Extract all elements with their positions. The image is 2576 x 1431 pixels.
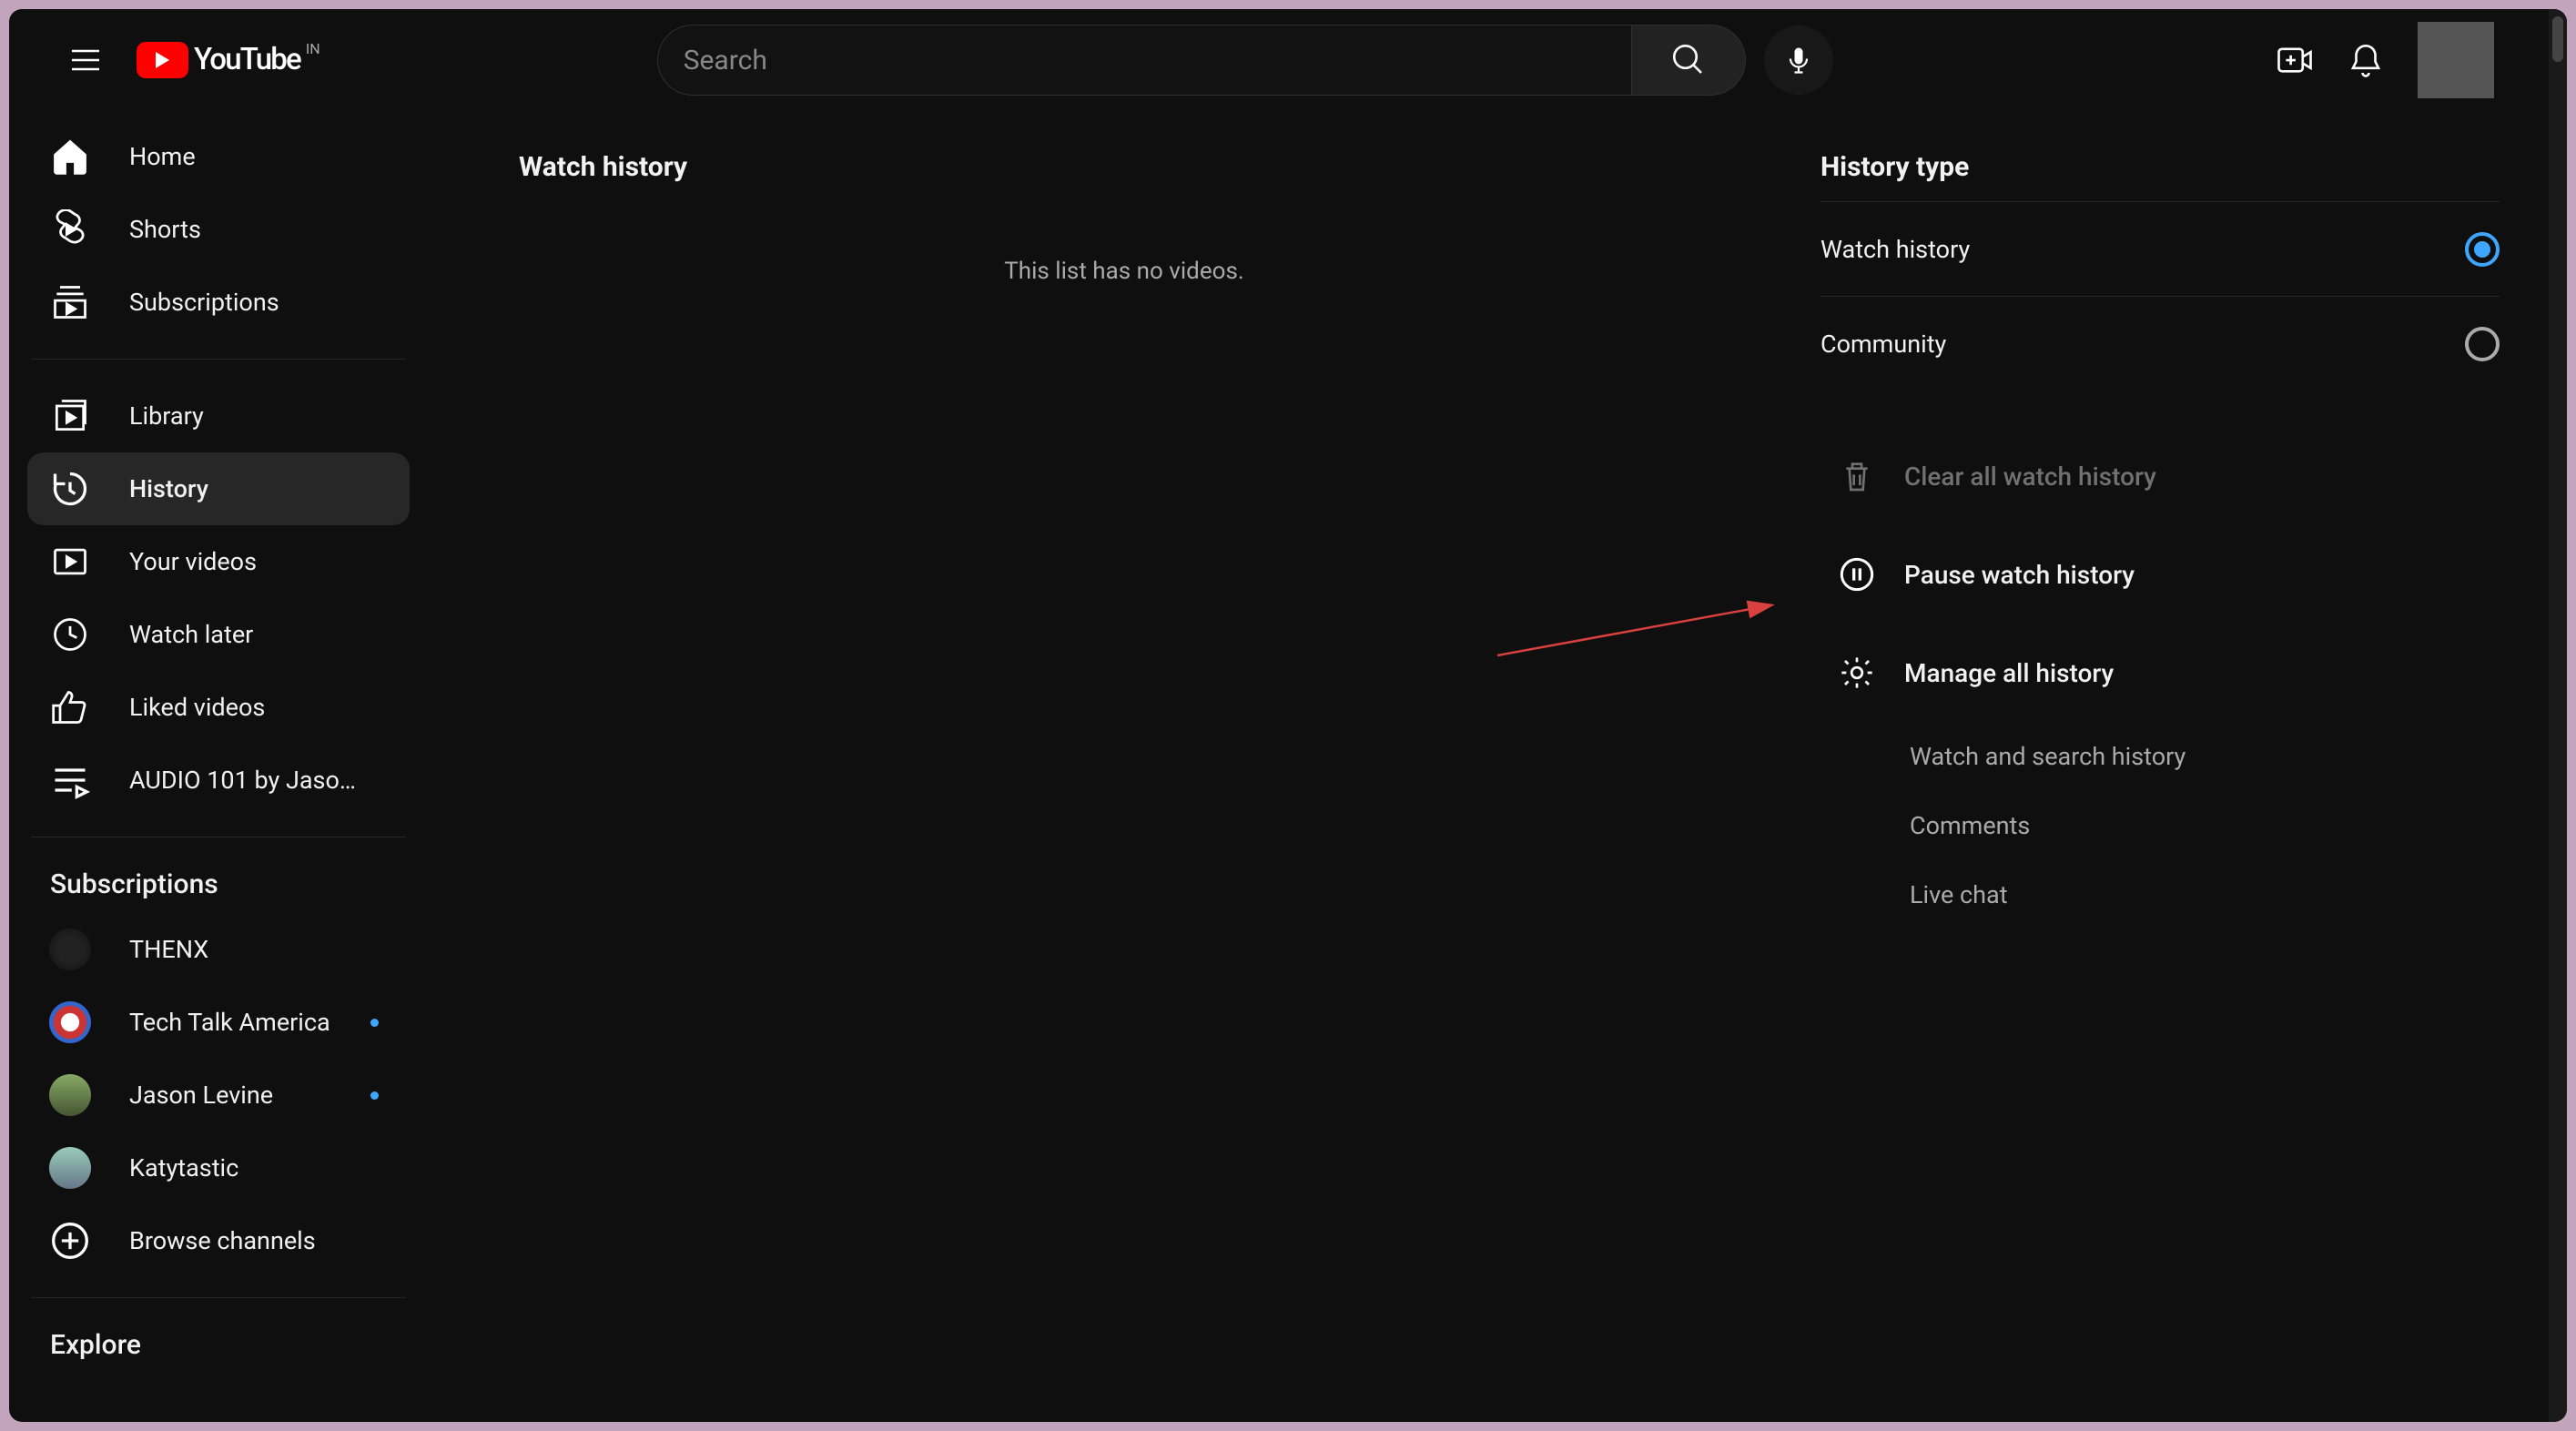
channel-label: THENX [129,935,388,964]
channel-avatar [49,1001,91,1043]
sidebar-item-label: Home [129,142,388,171]
sidebar-item-label: Library [129,401,388,431]
sublink-live-chat[interactable]: Live chat [1820,860,2500,929]
sidebar-channel-katytastic[interactable]: Katytastic [27,1132,410,1204]
sidebar-item-watch-later[interactable]: Watch later [27,598,410,671]
radio-label: Community [1820,330,1946,359]
radio-label: Watch history [1820,235,1970,264]
thumbs-up-icon [49,686,91,728]
sidebar-item-shorts[interactable]: Shorts [27,193,410,266]
sidebar-item-liked-videos[interactable]: Liked videos [27,671,410,744]
logo-region: IN [306,40,320,57]
new-content-dot [370,1019,379,1027]
action-label: Manage all history [1904,658,2114,688]
sidebar-item-label: Your videos [129,547,388,576]
manage-history-button[interactable]: Manage all history [1820,624,2500,722]
sidebar-subs-title: Subscriptions [9,858,428,913]
sidebar-item-label: Watch later [129,620,388,649]
clock-icon [49,614,91,655]
avatar[interactable] [2418,22,2494,98]
sidebar-item-playlist[interactable]: AUDIO 101 by Jaso… [27,744,410,817]
menu-button[interactable] [64,38,107,82]
sublink-comments[interactable]: Comments [1820,791,2500,860]
sidebar-item-history[interactable]: History [27,452,410,525]
plus-circle-icon [49,1220,91,1262]
logo-text: YouTube [194,42,300,77]
trash-icon [1839,458,1875,494]
sublink-watch-search[interactable]: Watch and search history [1820,722,2500,791]
clear-history-button: Clear all watch history [1820,427,2500,525]
history-settings-panel: History type Watch history Community Cle… [1820,111,2549,1422]
hamburger-icon [67,42,104,78]
main-content: Watch history This list has no videos. H… [428,111,2549,1422]
history-icon [49,468,91,510]
shorts-icon [49,208,91,250]
history-type-watch[interactable]: Watch history [1820,201,2500,296]
sidebar-channel-techtalk[interactable]: Tech Talk America [27,986,410,1059]
history-type-title: History type [1820,151,2500,201]
search-placeholder: Search [684,45,767,76]
voice-search-button[interactable] [1764,25,1833,95]
channel-label: Katytastic [129,1153,388,1182]
action-label: Clear all watch history [1904,462,2156,492]
sidebar-item-label: Subscriptions [129,288,388,317]
page-title: Watch history [519,151,1820,183]
sidebar-browse-channels[interactable]: Browse channels [27,1204,410,1277]
channel-avatar [49,929,91,970]
sidebar-item-home[interactable]: Home [27,120,410,193]
divider [31,359,406,360]
divider [31,1297,406,1298]
mic-icon [1782,44,1815,76]
sidebar-item-label: Shorts [129,215,388,244]
bell-icon [2347,41,2385,79]
action-label: Pause watch history [1904,560,2135,590]
channel-label: Tech Talk America [129,1008,370,1037]
create-icon [2276,41,2314,79]
gear-icon [1839,655,1875,691]
channel-avatar [49,1074,91,1116]
library-icon [49,395,91,437]
header: YouTube IN Search [9,9,2567,111]
home-icon [49,136,91,178]
sidebar-channel-jason[interactable]: Jason Levine [27,1059,410,1132]
sidebar-item-library[interactable]: Library [27,380,410,452]
sidebar-item-label: Browse channels [129,1226,388,1255]
logo[interactable]: YouTube IN [137,42,320,78]
pause-history-button[interactable]: Pause watch history [1820,525,2500,624]
empty-message: This list has no videos. [428,258,1820,285]
channel-label: Jason Levine [129,1081,370,1110]
notifications-button[interactable] [2347,41,2385,79]
pause-circle-icon [1839,556,1875,593]
sidebar-item-subscriptions[interactable]: Subscriptions [27,266,410,339]
sidebar-channel-thenx[interactable]: THENX [27,913,410,986]
subscriptions-icon [49,281,91,323]
search-icon [1669,41,1708,79]
your-videos-icon [49,541,91,583]
sidebar: Home Shorts Subscriptions Library Histor… [9,111,428,1422]
sidebar-explore-title: Explore [9,1318,428,1374]
search-button[interactable] [1631,25,1746,96]
sidebar-item-your-videos[interactable]: Your videos [27,525,410,598]
radio-selected-icon [2465,232,2500,267]
channel-avatar [49,1147,91,1189]
history-type-community[interactable]: Community [1820,296,2500,391]
sidebar-item-label: Liked videos [129,693,388,722]
search-input[interactable]: Search [657,25,1631,96]
playlist-icon [49,759,91,801]
sidebar-item-label: AUDIO 101 by Jaso… [129,766,388,795]
youtube-play-icon [137,42,188,78]
scrollbar[interactable] [2549,9,2567,1422]
radio-unselected-icon [2465,327,2500,361]
new-content-dot [370,1091,379,1100]
create-button[interactable] [2276,41,2314,79]
sidebar-item-label: History [129,474,388,503]
